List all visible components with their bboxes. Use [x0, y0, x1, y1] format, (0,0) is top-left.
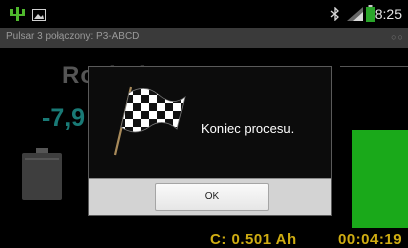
status-bar: 8:25	[0, 0, 408, 28]
dialog-footer: OK	[89, 178, 331, 215]
menu-dots-icon[interactable]: ○○	[391, 32, 404, 42]
connection-title: Pulsar 3 połączony: P3-ABCD	[6, 31, 140, 42]
signal-icon	[346, 6, 364, 27]
ok-button[interactable]: OK	[155, 183, 269, 211]
bluetooth-icon	[330, 6, 340, 26]
elapsed-time: 00:04:19	[338, 231, 403, 248]
title-bar: Pulsar 3 połączony: P3-ABCD ○○	[0, 28, 408, 48]
capacity-value: C: 0.501 Ah	[210, 231, 297, 248]
battery-icon	[22, 148, 62, 205]
process-complete-dialog: Koniec procesu. OK	[88, 66, 332, 216]
status-time: 8:25	[374, 6, 402, 22]
gallery-icon	[32, 8, 46, 26]
usb-icon	[8, 6, 28, 27]
dialog-message: Koniec procesu.	[201, 121, 295, 136]
current-value: -7,9	[42, 104, 86, 132]
battery-icon	[366, 5, 375, 27]
chart-top-line	[340, 66, 408, 67]
checkered-flag-icon	[109, 79, 189, 164]
progress-bar	[352, 130, 408, 228]
